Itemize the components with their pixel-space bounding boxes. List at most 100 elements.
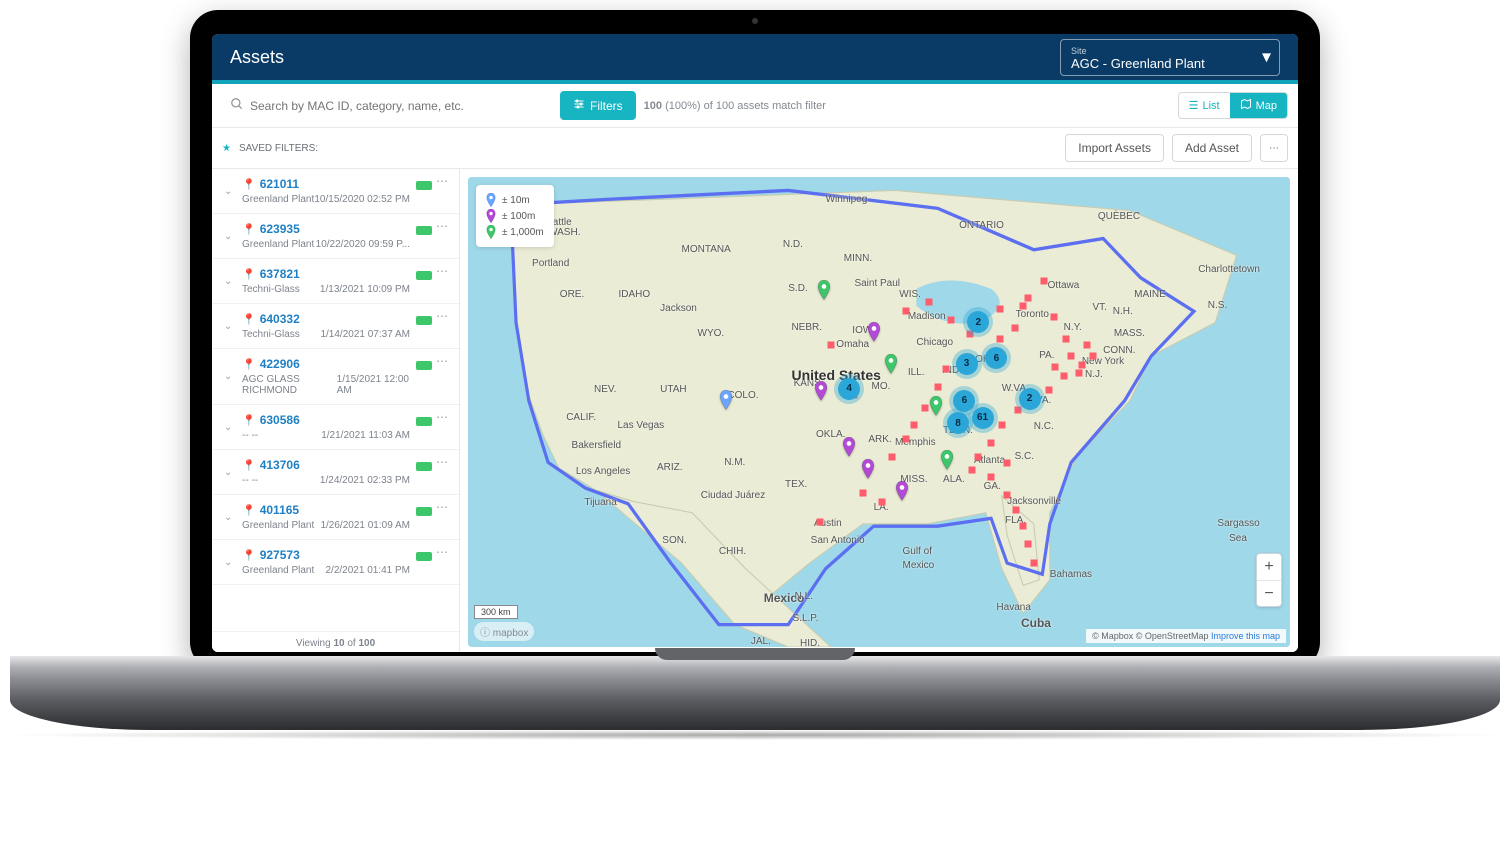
map-marker-square[interactable] xyxy=(1084,341,1091,348)
row-menu-button[interactable]: ⋯ xyxy=(436,267,449,276)
map-marker-square[interactable] xyxy=(1052,364,1059,371)
chevron-down-icon[interactable]: ⌄ xyxy=(224,312,236,340)
map-marker-square[interactable] xyxy=(1078,362,1085,369)
row-menu-button[interactable]: ⋯ xyxy=(436,548,449,557)
map-marker-square[interactable] xyxy=(879,498,886,505)
map-marker-square[interactable] xyxy=(1014,406,1021,413)
map-cluster[interactable]: 2 xyxy=(1019,388,1041,410)
map-cluster[interactable]: 6 xyxy=(953,390,975,412)
map-marker-square[interactable] xyxy=(1089,353,1096,360)
asset-id[interactable]: 623935 xyxy=(260,222,300,236)
chevron-down-icon[interactable]: ⌄ xyxy=(224,357,236,396)
map-marker-square[interactable] xyxy=(926,299,933,306)
map-marker-square[interactable] xyxy=(1068,353,1075,360)
map-marker-square[interactable] xyxy=(988,473,995,480)
chevron-down-icon[interactable]: ⌄ xyxy=(224,413,236,441)
map-marker-square[interactable] xyxy=(1020,302,1027,309)
map-marker-square[interactable] xyxy=(859,489,866,496)
asset-id[interactable]: 422906 xyxy=(260,357,300,371)
asset-id[interactable]: 927573 xyxy=(260,548,300,562)
map-marker-square[interactable] xyxy=(1051,313,1058,320)
map-marker-square[interactable] xyxy=(968,467,975,474)
map-marker-square[interactable] xyxy=(1060,373,1067,380)
map-marker-square[interactable] xyxy=(1030,560,1037,567)
asset-id[interactable]: 640332 xyxy=(260,312,300,326)
asset-row[interactable]: ⌄📍401165Greenland Plant1/26/2021 01:09 A… xyxy=(212,495,459,540)
view-list-button[interactable]: ☰ List xyxy=(1179,93,1230,118)
map-marker-square[interactable] xyxy=(1025,541,1032,548)
map-marker-square[interactable] xyxy=(827,341,834,348)
asset-row[interactable]: ⌄📍621011Greenland Plant10/15/2020 02:52 … xyxy=(212,169,459,214)
map-cluster[interactable]: 8 xyxy=(947,412,969,434)
map-marker-square[interactable] xyxy=(902,435,909,442)
row-menu-button[interactable]: ⋯ xyxy=(436,458,449,467)
map-marker-square[interactable] xyxy=(921,404,928,411)
asset-row[interactable]: ⌄📍637821Techni-Glass1/13/2021 10:09 PM⋯ xyxy=(212,259,459,304)
view-map-button[interactable]: Map xyxy=(1230,93,1287,118)
asset-row[interactable]: ⌄📍927573Greenland Plant2/2/2021 01:41 PM… xyxy=(212,540,459,585)
asset-id[interactable]: 630586 xyxy=(260,413,300,427)
asset-list[interactable]: ⌄📍621011Greenland Plant10/15/2020 02:52 … xyxy=(212,169,459,631)
row-menu-button[interactable]: ⋯ xyxy=(436,312,449,321)
zoom-in-button[interactable]: + xyxy=(1257,554,1281,580)
asset-row[interactable]: ⌄📍413706-- --1/24/2021 02:33 PM⋯ xyxy=(212,450,459,495)
map-cluster[interactable]: 61 xyxy=(972,407,994,429)
row-menu-button[interactable]: ⋯ xyxy=(436,357,449,366)
search-input[interactable] xyxy=(222,93,552,118)
chevron-down-icon[interactable]: ⌄ xyxy=(224,458,236,486)
chevron-down-icon[interactable]: ⌄ xyxy=(224,177,236,205)
row-menu-button[interactable]: ⋯ xyxy=(436,413,449,422)
map-marker-square[interactable] xyxy=(911,422,918,429)
filters-button[interactable]: Filters xyxy=(560,91,636,120)
map-marker-square[interactable] xyxy=(934,384,941,391)
map-marker-square[interactable] xyxy=(1012,507,1019,514)
map-marker-square[interactable] xyxy=(1075,369,1082,376)
map-marker-square[interactable] xyxy=(888,453,895,460)
row-menu-button[interactable]: ⋯ xyxy=(436,222,449,231)
map-cluster[interactable]: 6 xyxy=(985,347,1007,369)
map-marker-square[interactable] xyxy=(996,336,1003,343)
map-cluster[interactable]: 4 xyxy=(838,378,860,400)
asset-id[interactable]: 621011 xyxy=(260,177,299,191)
map-marker-square[interactable] xyxy=(1041,278,1048,285)
map-canvas[interactable]: WASH.SeattlePortlandORE.IDAHOMONTANAWYO.… xyxy=(468,177,1290,647)
asset-row[interactable]: ⌄📍630586-- --1/21/2021 11:03 AM⋯ xyxy=(212,405,459,450)
chevron-down-icon[interactable]: ⌄ xyxy=(224,267,236,295)
more-menu-button[interactable]: ⋯ xyxy=(1260,134,1288,162)
zoom-out-button[interactable]: − xyxy=(1257,580,1281,606)
import-assets-button[interactable]: Import Assets xyxy=(1065,134,1164,162)
map-marker-square[interactable] xyxy=(996,306,1003,313)
asset-row[interactable]: ⌄📍640332Techni-Glass1/14/2021 07:37 AM⋯ xyxy=(212,304,459,349)
row-menu-button[interactable]: ⋯ xyxy=(436,177,449,186)
asset-id[interactable]: 401165 xyxy=(260,503,299,517)
map-marker-square[interactable] xyxy=(975,453,982,460)
map[interactable]: WASH.SeattlePortlandORE.IDAHOMONTANAWYO.… xyxy=(468,177,1290,647)
map-marker-square[interactable] xyxy=(943,366,950,373)
site-selector[interactable]: Site AGC - Greenland Plant ▾ xyxy=(1060,39,1280,76)
asset-row[interactable]: ⌄📍422906AGC GLASS RICHMOND1/15/2021 12:0… xyxy=(212,349,459,405)
map-marker-square[interactable] xyxy=(1011,325,1018,332)
map-cluster[interactable]: 2 xyxy=(967,311,989,333)
asset-row[interactable]: ⌄📍623935Greenland Plant10/22/2020 09:59 … xyxy=(212,214,459,259)
map-marker-square[interactable] xyxy=(998,422,1005,429)
map-marker-square[interactable] xyxy=(988,440,995,447)
chevron-down-icon[interactable]: ⌄ xyxy=(224,503,236,531)
add-asset-button[interactable]: Add Asset xyxy=(1172,134,1252,162)
map-marker-square[interactable] xyxy=(1045,386,1052,393)
map-marker-square[interactable] xyxy=(1004,460,1011,467)
asset-id[interactable]: 637821 xyxy=(260,267,300,281)
row-menu-button[interactable]: ⋯ xyxy=(436,503,449,512)
map-marker-square[interactable] xyxy=(947,317,954,324)
map-marker-square[interactable] xyxy=(1025,294,1032,301)
asset-id[interactable]: 413706 xyxy=(260,458,300,472)
map-marker-square[interactable] xyxy=(1004,491,1011,498)
chevron-down-icon[interactable]: ⌄ xyxy=(224,222,236,250)
search-field[interactable] xyxy=(250,99,544,113)
map-marker-square[interactable] xyxy=(902,308,909,315)
map-marker-square[interactable] xyxy=(1020,523,1027,530)
map-cluster[interactable]: 3 xyxy=(956,353,978,375)
chevron-down-icon[interactable]: ⌄ xyxy=(224,548,236,576)
map-marker-square[interactable] xyxy=(817,518,824,525)
map-marker-square[interactable] xyxy=(1062,336,1069,343)
improve-map-link[interactable]: Improve this map xyxy=(1211,631,1280,641)
